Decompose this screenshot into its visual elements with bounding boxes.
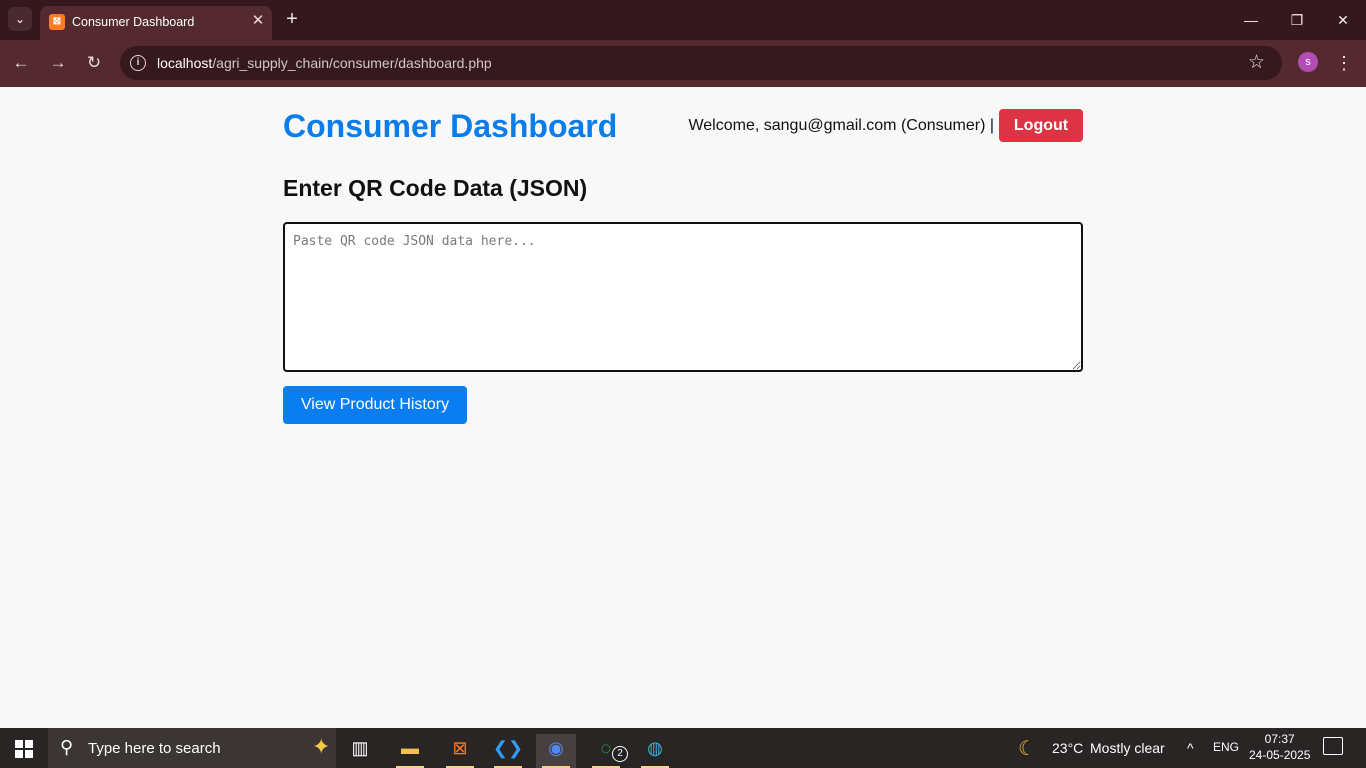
whatsapp-badge: 2 <box>612 746 628 762</box>
xampp-icon[interactable]: ⊠ <box>440 734 480 768</box>
logout-button[interactable]: Logout <box>999 109 1083 142</box>
chrome-icon[interactable]: ◉ <box>536 734 576 768</box>
tab-search-chevron-icon[interactable]: ⌄ <box>8 7 32 31</box>
back-icon[interactable]: ← <box>8 50 34 76</box>
task-view-icon[interactable]: ▥ <box>340 734 380 768</box>
minimize-icon[interactable]: — <box>1237 8 1265 32</box>
clock-date: 24-05-2025 <box>1249 748 1311 762</box>
page-viewport: Consumer Dashboard Welcome, sangu@gmail.… <box>0 87 1366 728</box>
page-title: Consumer Dashboard <box>283 108 618 144</box>
vscode-icon[interactable]: ❮❯ <box>488 734 528 768</box>
weather-desc[interactable]: Mostly clear <box>1090 740 1165 756</box>
profile-avatar[interactable]: s <box>1298 52 1318 72</box>
url-path: /agri_supply_chain/consumer/dashboard.ph… <box>212 55 492 71</box>
welcome-text: Welcome, sangu@gmail.com (Consumer) | <box>688 117 994 134</box>
taskbar-search-box[interactable]: ⚲ Type here to search ✦ <box>48 728 336 768</box>
section-title: Enter QR Code Data (JSON) <box>283 175 588 201</box>
clock-time: 07:37 <box>1264 732 1295 746</box>
copilot-sparkle-icon[interactable]: ✦ <box>312 734 330 760</box>
site-info-icon[interactable]: i <box>130 55 146 71</box>
view-product-history-button[interactable]: View Product History <box>283 386 467 424</box>
new-tab-icon[interactable]: + <box>282 8 302 30</box>
reload-icon[interactable]: ↻ <box>81 50 107 76</box>
url-host: localhost <box>157 55 213 71</box>
xampp-favicon-icon: ⊠ <box>49 14 65 30</box>
search-placeholder: Type here to search <box>88 740 221 757</box>
file-explorer-icon[interactable]: ▬ <box>390 734 430 768</box>
menu-kebab-icon[interactable]: ⋮ <box>1334 51 1354 75</box>
notification-center-icon[interactable] <box>1323 737 1343 755</box>
url-text[interactable]: localhost/agri_supply_chain/consumer/das… <box>157 55 492 71</box>
qr-json-input[interactable] <box>283 222 1083 372</box>
address-bar[interactable]: i localhost/agri_supply_chain/consumer/d… <box>120 46 1282 80</box>
language-indicator[interactable]: ENG <box>1213 740 1239 754</box>
browser-tab-bar: ⌄ ⊠ Consumer Dashboard ✕ + — ❐ ✕ <box>0 0 1366 40</box>
search-icon: ⚲ <box>60 737 74 757</box>
restore-icon[interactable]: ❐ <box>1283 8 1311 32</box>
tab-close-icon[interactable]: ✕ <box>248 11 268 31</box>
weather-moon-icon[interactable]: ☾ <box>1018 736 1036 761</box>
browser-tab[interactable]: ⊠ Consumer Dashboard ✕ <box>40 6 272 40</box>
weather-temp[interactable]: 23°C <box>1052 740 1083 756</box>
browser-toolbar: ← → ↻ i localhost/agri_supply_chain/cons… <box>0 40 1366 87</box>
edge-icon[interactable]: ◍ <box>635 734 675 768</box>
tray-chevron-up-icon[interactable]: ^ <box>1187 740 1194 756</box>
forward-icon[interactable]: → <box>45 50 71 76</box>
window-close-icon[interactable]: ✕ <box>1329 8 1357 32</box>
taskbar-clock[interactable]: 07:37 24-05-2025 <box>1249 731 1310 763</box>
windows-start-icon[interactable] <box>15 740 33 758</box>
windows-taskbar: ⚲ Type here to search ✦ ▥ ▬ ⊠ ❮❯ ◉ ◌ 2 ◍… <box>0 728 1366 768</box>
bookmark-star-icon[interactable]: ☆ <box>1248 51 1265 75</box>
tab-title: Consumer Dashboard <box>72 15 195 29</box>
